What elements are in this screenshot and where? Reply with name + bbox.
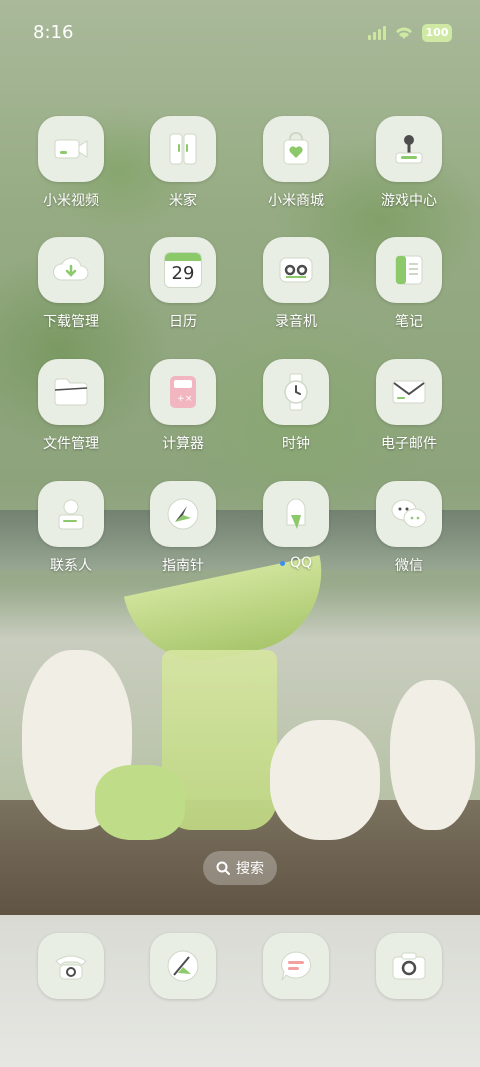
folder-icon[interactable] — [38, 359, 104, 425]
wallpaper-leaf-toy — [95, 765, 185, 840]
app-qq[interactable]: QQ — [241, 481, 351, 571]
svg-text:+: + — [177, 394, 185, 404]
app-game-center[interactable]: 游戏中心 — [354, 116, 464, 210]
app-label: 小米商城 — [268, 193, 324, 209]
app-label: 电子邮件 — [381, 436, 437, 452]
app-clock[interactable]: 时钟 — [241, 359, 351, 453]
app-file-manager[interactable]: 文件管理 — [16, 359, 126, 453]
wallpaper-bunny-right — [390, 680, 475, 830]
app-label: 指南针 — [162, 558, 204, 574]
new-install-dot — [279, 560, 285, 566]
dock-browser[interactable] — [128, 933, 238, 999]
search-icon — [216, 861, 230, 875]
envelope-icon[interactable] — [376, 359, 442, 425]
wechat-icon[interactable] — [376, 481, 442, 547]
dock-phone[interactable] — [16, 933, 126, 999]
shopping-bag-icon[interactable] — [263, 116, 329, 182]
phone-icon[interactable] — [38, 933, 104, 999]
app-label: QQ — [241, 555, 351, 571]
video-camera-icon[interactable] — [38, 116, 104, 182]
wallpaper-bunny-middle — [270, 720, 380, 840]
app-label: 下载管理 — [43, 314, 99, 330]
app-label: 游戏中心 — [381, 193, 437, 209]
camera-icon[interactable] — [376, 933, 442, 999]
dock-messages[interactable] — [241, 933, 351, 999]
app-notes[interactable]: 笔记 — [354, 237, 464, 331]
app-label: 文件管理 — [43, 436, 99, 452]
status-indicators: 100 — [368, 24, 452, 42]
contact-card-icon[interactable] — [38, 481, 104, 547]
app-calculator[interactable]: + × 计算器 — [128, 359, 238, 453]
app-label-text: QQ — [289, 555, 313, 571]
svg-text:×: × — [185, 394, 193, 404]
app-recorder[interactable]: 录音机 — [241, 237, 351, 331]
message-icon[interactable] — [263, 933, 329, 999]
cloud-download-icon[interactable] — [38, 237, 104, 303]
recorder-icon[interactable] — [263, 237, 329, 303]
app-calendar[interactable]: 29 日历 — [128, 237, 238, 331]
app-label: 录音机 — [275, 314, 317, 330]
app-xiaomi-video[interactable]: 小米视频 — [16, 116, 126, 210]
door-icon[interactable] — [150, 116, 216, 182]
app-label: 米家 — [169, 193, 197, 209]
app-mijia[interactable]: 米家 — [128, 116, 238, 210]
app-label: 微信 — [395, 558, 423, 574]
app-label: 时钟 — [282, 436, 310, 452]
app-compass[interactable]: 指南针 — [128, 481, 238, 575]
battery-indicator: 100 — [422, 24, 452, 42]
app-label: 小米视频 — [43, 193, 99, 209]
status-bar: 8:16 100 — [0, 0, 480, 68]
dock-camera[interactable] — [354, 933, 464, 999]
signal-bars-icon — [368, 26, 386, 40]
status-time: 8:16 — [33, 22, 74, 43]
search-label: 搜索 — [236, 861, 264, 877]
calendar-icon[interactable]: 29 — [150, 237, 216, 303]
app-contacts[interactable]: 联系人 — [16, 481, 126, 575]
compass-icon[interactable] — [150, 481, 216, 547]
qq-penguin-icon[interactable] — [263, 481, 329, 547]
app-label: 联系人 — [50, 558, 92, 574]
app-xiaomi-mall[interactable]: 小米商城 — [241, 116, 351, 210]
app-label: 笔记 — [395, 314, 423, 330]
app-wechat[interactable]: 微信 — [354, 481, 464, 575]
app-label: 日历 — [169, 314, 197, 330]
calculator-icon[interactable]: + × — [150, 359, 216, 425]
app-download-manager[interactable]: 下载管理 — [16, 237, 126, 331]
wifi-icon — [396, 27, 412, 39]
search-button[interactable]: 搜索 — [203, 851, 277, 885]
browser-compass-icon[interactable] — [150, 933, 216, 999]
app-email[interactable]: 电子邮件 — [354, 359, 464, 453]
watch-icon[interactable] — [263, 359, 329, 425]
joystick-icon[interactable] — [376, 116, 442, 182]
calendar-date: 29 — [171, 263, 195, 284]
notebook-icon[interactable] — [376, 237, 442, 303]
app-label: 计算器 — [162, 436, 204, 452]
